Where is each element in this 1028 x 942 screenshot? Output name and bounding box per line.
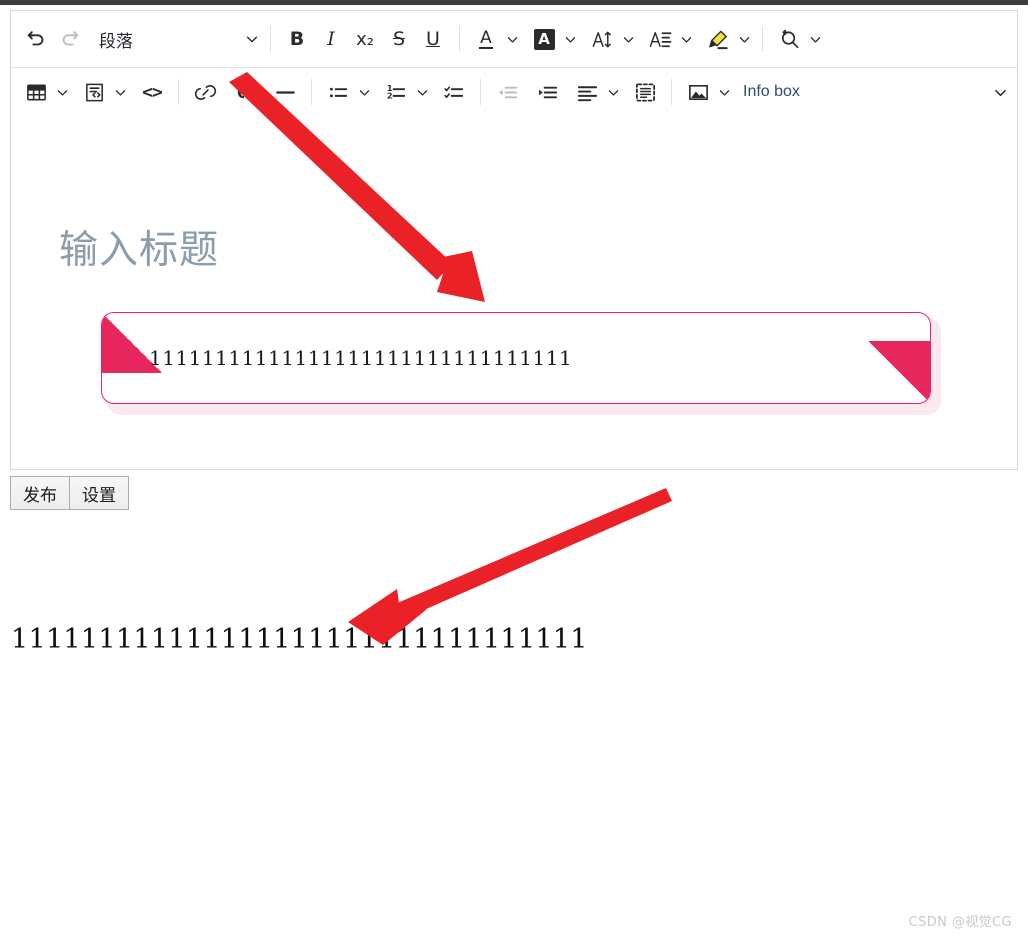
font-size-icon[interactable] <box>585 22 619 56</box>
table-icon[interactable] <box>19 75 53 109</box>
text-color-label: A <box>479 27 493 50</box>
table-chevron-down-icon[interactable] <box>53 75 71 109</box>
svg-text:2: 2 <box>386 90 392 100</box>
align-chevron-down-icon[interactable] <box>604 75 622 109</box>
toolbar-divider <box>311 79 312 105</box>
quote-icon[interactable] <box>228 75 262 109</box>
watermark: CSDN @视觉CG <box>908 915 1012 930</box>
toolbar-divider <box>480 79 481 105</box>
publish-button[interactable]: 发布 <box>10 476 69 510</box>
bold-button[interactable]: B <box>280 22 314 56</box>
editor-shell: 段落 B I x₂ S U A A <> 1 2 Info box 输入标题 1… <box>10 10 1018 470</box>
numbered-list-icon[interactable]: 1 2 <box>379 75 413 109</box>
strikethrough-label: S <box>392 28 406 50</box>
undo-icon[interactable] <box>19 22 53 56</box>
text-color-chevron-down-icon[interactable] <box>503 22 521 56</box>
highlighter-chevron-down-icon[interactable] <box>735 22 753 56</box>
background-color-button[interactable]: A <box>527 22 561 56</box>
subscript-button[interactable]: x₂ <box>348 22 382 56</box>
bullet-list-chevron-down-icon[interactable] <box>355 75 373 109</box>
infobox-chevron-down-icon <box>991 75 1009 109</box>
rendered-output-text: 111111111111111111111111111111111 <box>11 624 588 655</box>
bullet-list-icon[interactable] <box>321 75 355 109</box>
dashed-block-icon[interactable] <box>628 75 662 109</box>
info-box-frame[interactable]: 11111111111111111111111111111111 <box>101 312 931 404</box>
infobox-template-label: Info box <box>743 83 800 100</box>
italic-button[interactable]: I <box>314 22 348 56</box>
window-top-strip <box>0 0 1028 5</box>
document-title-placeholder[interactable]: 输入标题 <box>59 219 219 275</box>
toolbar-divider <box>671 79 672 105</box>
align-left-icon[interactable] <box>570 75 604 109</box>
paragraph-style-dropdown[interactable]: 段落 <box>93 22 261 56</box>
inline-code-button[interactable]: <> <box>135 75 169 109</box>
font-size-chevron-down-icon[interactable] <box>619 22 637 56</box>
toolbar-row-secondary: <> 1 2 Info box <box>11 68 1017 116</box>
infobox-template-dropdown[interactable]: Info box <box>737 75 1009 109</box>
toolbar-divider <box>762 26 763 52</box>
action-bar: 发布 设置 <box>10 476 129 510</box>
chevron-down-icon <box>243 22 261 56</box>
link-icon[interactable] <box>188 75 222 109</box>
info-box-corner-bottom-right <box>868 341 930 403</box>
paragraph-style-label: 段落 <box>99 31 133 52</box>
find-replace-icon[interactable] <box>772 22 806 56</box>
text-color-button[interactable]: A <box>469 22 503 56</box>
background-color-label: A <box>533 28 555 50</box>
find-replace-chevron-down-icon[interactable] <box>806 22 824 56</box>
toolbar-row-primary: 段落 B I x₂ S U A A <box>11 11 1017 68</box>
toolbar-divider <box>270 26 271 52</box>
bold-label: B <box>289 28 305 50</box>
annotation-arrow-2 <box>348 488 672 645</box>
toolbar-divider <box>459 26 460 52</box>
line-height-chevron-down-icon[interactable] <box>677 22 695 56</box>
underline-label: U <box>426 28 440 50</box>
editor-content-area[interactable]: 输入标题 11111111111111111111111111111111 <box>11 117 1017 469</box>
outdent-icon[interactable] <box>490 75 524 109</box>
code-block-icon[interactable] <box>77 75 111 109</box>
subscript-label: x₂ <box>356 28 374 50</box>
indent-icon[interactable] <box>530 75 564 109</box>
italic-label: I <box>327 28 335 50</box>
code-block-chevron-down-icon[interactable] <box>111 75 129 109</box>
image-icon[interactable] <box>681 75 715 109</box>
image-chevron-down-icon[interactable] <box>715 75 733 109</box>
toolbar-divider <box>178 79 179 105</box>
numbered-list-chevron-down-icon[interactable] <box>413 75 431 109</box>
redo-icon[interactable] <box>53 22 87 56</box>
inline-code-label: <> <box>142 81 163 103</box>
info-box-text[interactable]: 11111111111111111111111111111111 <box>149 346 572 370</box>
strikethrough-button[interactable]: S <box>382 22 416 56</box>
settings-button[interactable]: 设置 <box>69 476 129 510</box>
info-box-widget[interactable]: 11111111111111111111111111111111 <box>101 312 941 415</box>
horizontal-rule-icon[interactable] <box>268 75 302 109</box>
line-height-icon[interactable] <box>643 22 677 56</box>
highlighter-icon[interactable] <box>701 22 735 56</box>
check-list-icon[interactable] <box>437 75 471 109</box>
underline-button[interactable]: U <box>416 22 450 56</box>
background-color-chevron-down-icon[interactable] <box>561 22 579 56</box>
